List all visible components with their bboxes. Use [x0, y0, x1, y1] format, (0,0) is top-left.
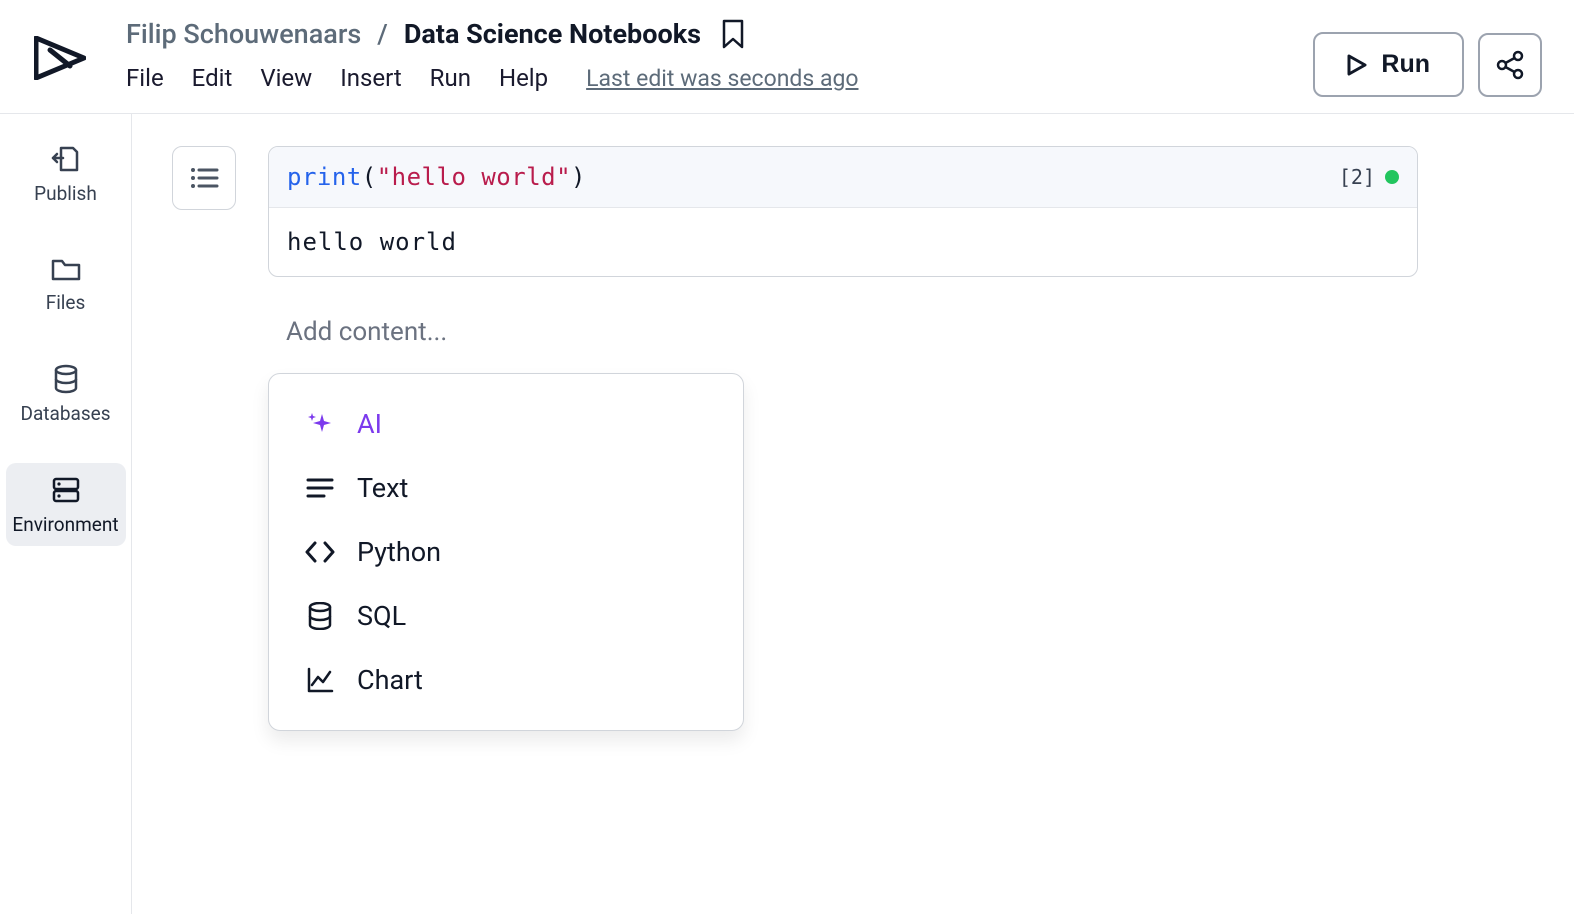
menu-edit[interactable]: Edit — [192, 64, 233, 92]
run-button[interactable]: Run — [1313, 32, 1464, 97]
last-edit-status[interactable]: Last edit was seconds ago — [586, 65, 858, 92]
add-content-dropdown: AI Text — [268, 373, 744, 731]
sidebar-item-label: Files — [46, 291, 86, 314]
folder-icon — [50, 255, 82, 283]
menu-insert[interactable]: Insert — [340, 64, 401, 92]
code-cell[interactable]: print("hello world") [2] hello world — [268, 146, 1418, 277]
status-dot-icon — [1385, 170, 1399, 184]
menubar: File Edit View Insert Run Help Last edit… — [126, 64, 859, 92]
cell-output: hello world — [269, 208, 1417, 276]
run-button-label: Run — [1381, 50, 1430, 79]
breadcrumb: Filip Schouwenaars / Data Science Notebo… — [126, 18, 859, 50]
dropdown-item-label: Python — [357, 536, 441, 568]
code-input-area[interactable]: print("hello world") [2] — [269, 147, 1417, 208]
title-area: Filip Schouwenaars / Data Science Notebo… — [126, 18, 859, 92]
breadcrumb-owner[interactable]: Filip Schouwenaars — [126, 18, 361, 50]
publish-icon — [51, 144, 81, 174]
dropdown-item-label: AI — [357, 408, 382, 440]
header: Filip Schouwenaars / Data Science Notebo… — [0, 0, 1574, 114]
menu-file[interactable]: File — [126, 64, 164, 92]
notebook-column: print("hello world") [2] hello world Add… — [268, 146, 1418, 731]
toc-button[interactable] — [172, 146, 236, 210]
sidebar-item-environment[interactable]: Environment — [6, 463, 126, 546]
body: Publish Files Databases — [0, 114, 1574, 914]
sparkle-icon — [305, 409, 335, 439]
breadcrumb-separator: / — [377, 18, 388, 50]
sidebar-item-label: Databases — [20, 402, 110, 425]
add-content-prompt[interactable]: Add content... — [268, 317, 1418, 347]
server-icon — [51, 475, 81, 505]
dropdown-item-text[interactable]: Text — [269, 456, 743, 520]
share-button[interactable] — [1478, 33, 1542, 97]
dropdown-item-chart[interactable]: Chart — [269, 648, 743, 712]
sidebar-item-files[interactable]: Files — [6, 243, 126, 324]
left-sidebar: Publish Files Databases — [0, 114, 132, 914]
text-lines-icon — [305, 473, 335, 503]
sidebar-item-publish[interactable]: Publish — [6, 132, 126, 215]
chart-line-icon — [305, 665, 335, 695]
dropdown-item-label: SQL — [357, 600, 406, 632]
menu-help[interactable]: Help — [499, 64, 548, 92]
app-logo[interactable] — [32, 30, 88, 86]
database-icon — [52, 364, 80, 394]
dropdown-item-python[interactable]: Python — [269, 520, 743, 584]
list-icon — [189, 166, 219, 190]
sidebar-item-label: Publish — [34, 182, 97, 205]
dropdown-item-sql[interactable]: SQL — [269, 584, 743, 648]
bookmark-icon[interactable] — [721, 19, 745, 49]
execution-count: [2] — [1339, 165, 1375, 189]
menu-run[interactable]: Run — [430, 64, 471, 92]
sidebar-item-label: Environment — [12, 513, 118, 536]
header-actions: Run — [1313, 32, 1542, 97]
cell-meta: [2] — [1339, 165, 1399, 189]
code-text: print("hello world") — [287, 163, 586, 191]
dropdown-item-label: Text — [357, 472, 408, 504]
play-icon — [1347, 54, 1367, 76]
breadcrumb-notebook-title[interactable]: Data Science Notebooks — [404, 18, 701, 50]
share-icon — [1495, 50, 1525, 80]
dropdown-item-label: Chart — [357, 664, 423, 696]
sidebar-item-databases[interactable]: Databases — [6, 352, 126, 435]
main-area: print("hello world") [2] hello world Add… — [132, 114, 1574, 914]
database-icon — [305, 601, 335, 631]
code-brackets-icon — [305, 537, 335, 567]
menu-view[interactable]: View — [260, 64, 312, 92]
dropdown-item-ai[interactable]: AI — [269, 392, 743, 456]
